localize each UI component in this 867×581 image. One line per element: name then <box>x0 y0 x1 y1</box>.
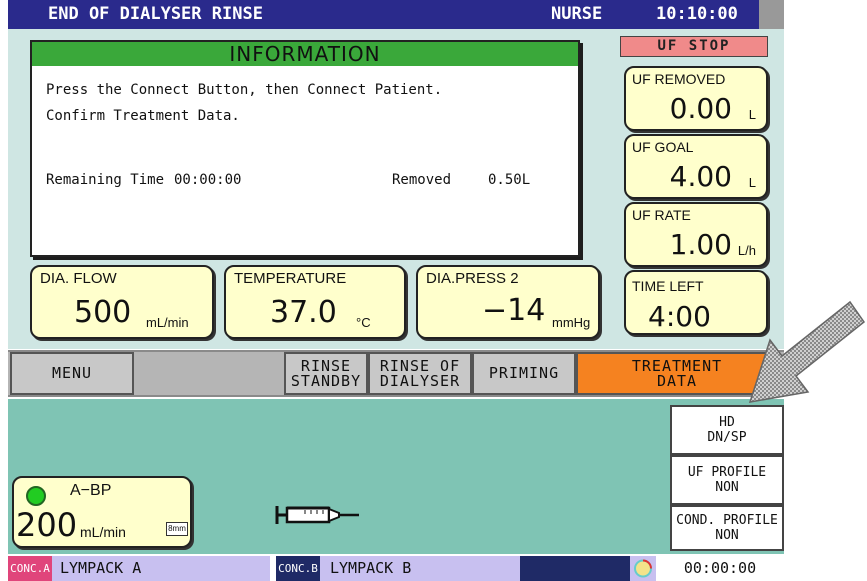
status-bar: CONC.A LYMPACK A CONC.B LYMPACK B 00:00:… <box>8 556 784 581</box>
dia-press-box[interactable]: DIA.PRESS 2 −14 mmHg <box>416 265 600 339</box>
menu-button-label: MENU <box>51 364 93 382</box>
blood-pump-box[interactable]: A−BP 200 mL/min 8mm <box>12 476 192 548</box>
uf-rate-box[interactable]: UF RATE 1.00 L/h <box>624 202 768 267</box>
temperature-value: 37.0 <box>270 295 337 330</box>
conc-b-tag: CONC.B <box>276 556 320 581</box>
uf-rate-value: 1.00 <box>669 228 732 261</box>
priming-label: PRIMING <box>488 364 560 382</box>
time-left-label: TIME LEFT <box>632 278 704 294</box>
temperature-box[interactable]: TEMPERATURE 37.0 °C <box>224 265 406 339</box>
information-panel: INFORMATION Press the Connect Button, th… <box>30 40 580 257</box>
rinse-standby-label: RINSE STANDBY <box>290 356 362 390</box>
mode-button[interactable]: HD DN/SP <box>670 405 784 455</box>
elapsed-timer: 00:00:00 <box>683 559 757 577</box>
dia-flow-unit: mL/min <box>146 315 189 330</box>
screen-title: END OF DIALYSER RINSE <box>48 4 263 24</box>
removed-value: 0.50L <box>488 172 531 188</box>
title-bar: END OF DIALYSER RINSE NURSE 10:10:00 <box>8 0 784 29</box>
uf-rate-label: UF RATE <box>632 207 691 223</box>
menu-button[interactable]: MENU <box>10 352 134 395</box>
status-indicator <box>630 556 656 581</box>
cond-profile-button[interactable]: COND. PROFILE NON <box>670 505 784 551</box>
status-bar-spacer <box>520 556 630 581</box>
uf-removed-label: UF REMOVED <box>632 71 726 87</box>
user-role: NURSE <box>551 4 603 24</box>
clock: 10:10:00 <box>656 4 738 24</box>
dia-press-value: −14 <box>482 293 546 328</box>
uf-goal-unit: L <box>748 175 756 190</box>
uf-rate-unit: L/h <box>737 243 756 258</box>
dia-flow-label: DIA. FLOW <box>40 270 117 287</box>
uf-goal-box[interactable]: UF GOAL 4.00 L <box>624 134 768 199</box>
remaining-time-label: Remaining Time <box>46 172 165 188</box>
pointer-arrow-icon <box>748 300 866 403</box>
syringe-icon <box>275 506 359 524</box>
temperature-label: TEMPERATURE <box>234 270 347 287</box>
uf-removed-value: 0.00 <box>669 92 732 125</box>
remaining-time-value: 00:00:00 <box>174 172 242 188</box>
rinse-standby-button[interactable]: RINSE STANDBY <box>284 352 368 395</box>
blood-pump-label: A−BP <box>70 482 112 499</box>
blood-pump-unit: mL/min <box>80 524 126 540</box>
information-header: INFORMATION <box>32 42 578 66</box>
rotation-icon <box>634 559 652 578</box>
blood-pump-value: 200 <box>16 506 78 544</box>
rinse-of-dialyser-label: RINSE OF DIALYSER <box>379 356 461 390</box>
uf-profile-button[interactable]: UF PROFILE NON <box>670 455 784 505</box>
uf-stop-status: UF STOP <box>620 36 768 57</box>
uf-profile-label: UF PROFILE NON <box>687 465 767 495</box>
uf-goal-label: UF GOAL <box>632 139 694 155</box>
tube-size-tag: 8mm <box>166 522 188 536</box>
removed-label: Removed <box>392 172 452 188</box>
cond-profile-label: COND. PROFILE NON <box>676 513 778 543</box>
temperature-unit: °C <box>356 315 371 330</box>
info-line-1: Press the Connect Button, then Connect P… <box>46 82 443 98</box>
info-line-2: Confirm Treatment Data. <box>46 108 240 124</box>
dia-flow-value: 500 <box>74 295 132 330</box>
time-left-value: 4:00 <box>648 300 711 333</box>
rinse-of-dialyser-button[interactable]: RINSE OF DIALYSER <box>368 352 472 395</box>
uf-goal-value: 4.00 <box>669 160 732 193</box>
conc-b-value: LYMPACK B <box>320 556 520 581</box>
conc-a-value: LYMPACK A <box>52 556 270 581</box>
uf-removed-box: UF REMOVED 0.00 L <box>624 66 768 131</box>
status-led-icon <box>26 486 46 506</box>
mode-label: HD DN/SP <box>707 415 747 445</box>
dia-press-unit: mmHg <box>552 315 591 330</box>
dia-press-label: DIA.PRESS 2 <box>426 270 519 287</box>
dia-flow-box[interactable]: DIA. FLOW 500 mL/min <box>30 265 214 339</box>
treatment-data-label: TREATMENT DATA <box>631 356 723 390</box>
title-bar-indicator <box>759 0 784 29</box>
uf-removed-unit: L <box>748 107 756 122</box>
conc-a-tag: CONC.A <box>8 556 52 581</box>
priming-button[interactable]: PRIMING <box>472 352 576 395</box>
